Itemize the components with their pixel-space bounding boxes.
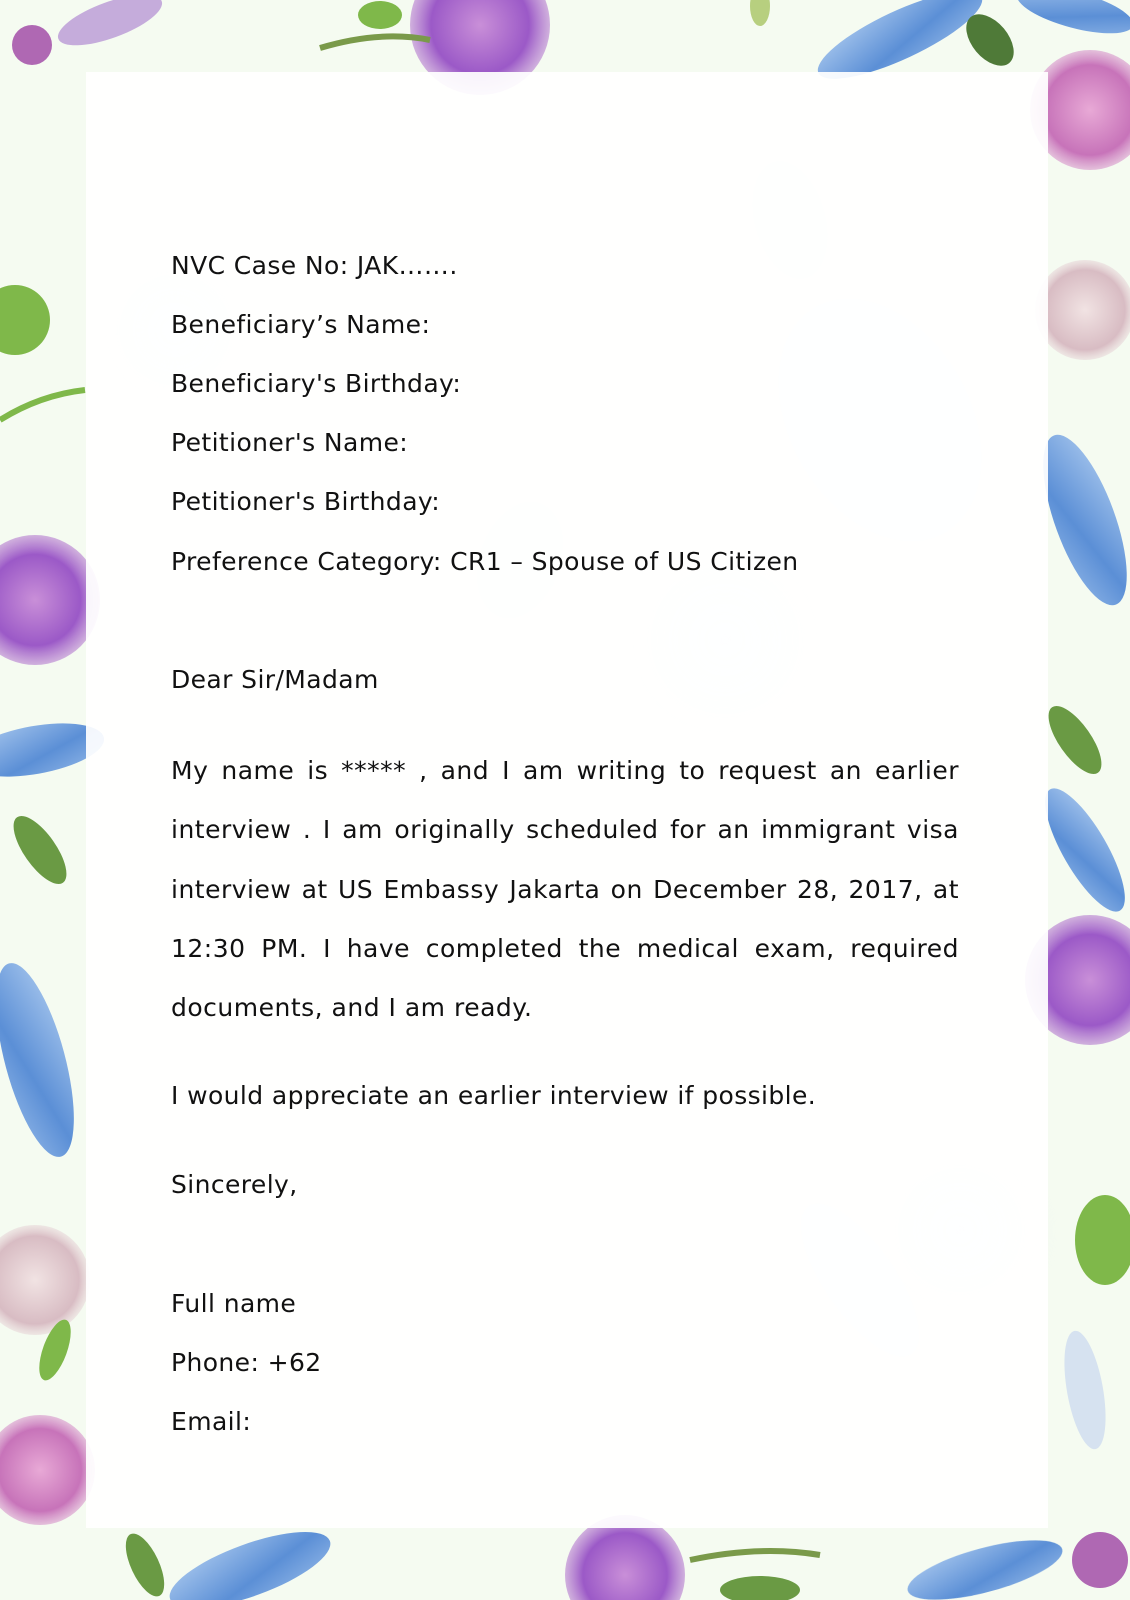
- petitioner-name-line: Petitioner's Name:: [171, 428, 409, 457]
- signature-name: Full name: [171, 1289, 297, 1318]
- case-number-line: NVC Case No: JAK…….: [171, 251, 458, 280]
- salutation: Dear Sir/Madam: [171, 665, 379, 694]
- preference-category-line: Preference Category: CR1 – Spouse of US …: [171, 547, 799, 576]
- beneficiary-name-line: Beneficiary’s Name:: [171, 310, 431, 339]
- signature-phone: Phone: +62: [171, 1348, 322, 1377]
- request-paragraph: My name is ***** , and I am writing to r…: [171, 756, 959, 1023]
- petitioner-birthday-line: Petitioner's Birthday:: [171, 487, 441, 516]
- beneficiary-birthday-line: Beneficiary's Birthday:: [171, 369, 462, 398]
- signature-email: Email:: [171, 1407, 252, 1436]
- closing: Sincerely,: [171, 1170, 298, 1199]
- appreciation-paragraph: I would appreciate an earlier interview …: [171, 1081, 817, 1110]
